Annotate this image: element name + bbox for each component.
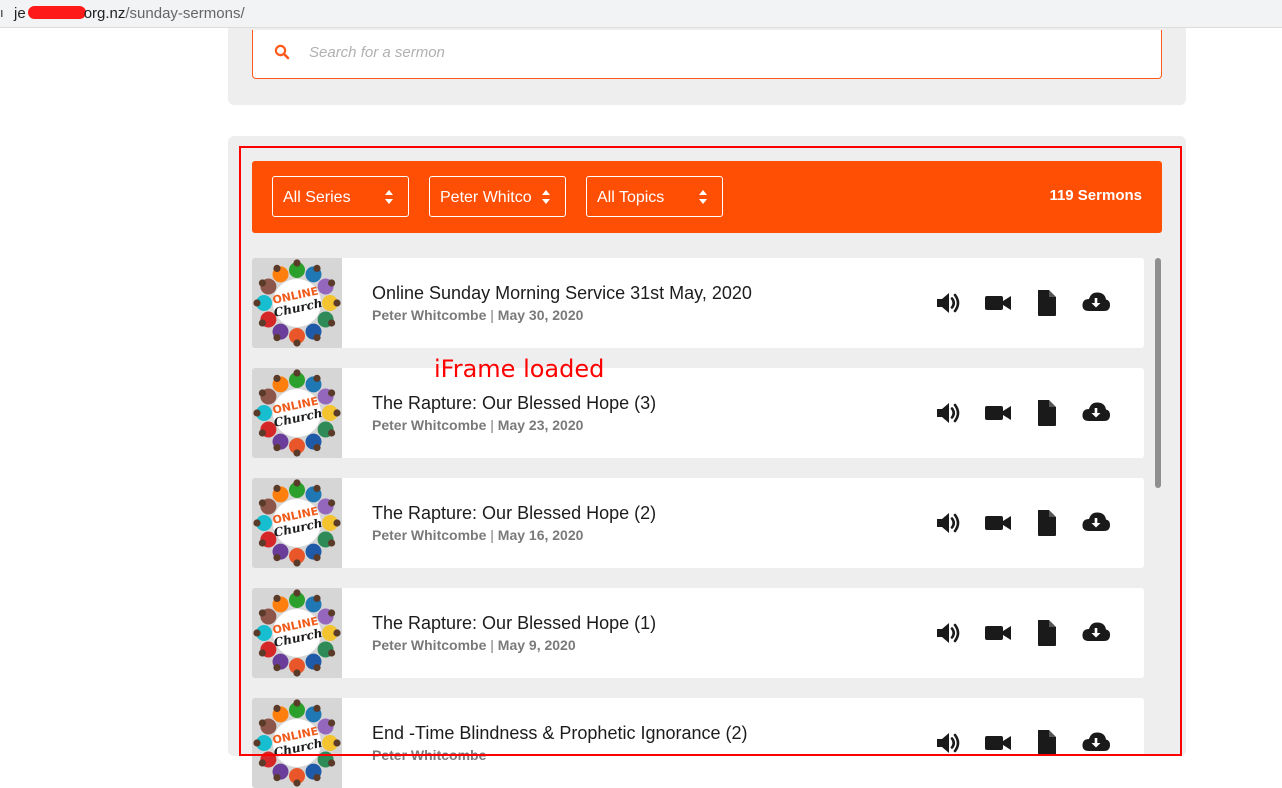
speaker-select-label: Peter Whitcombe: [440, 189, 532, 206]
download-icon[interactable]: [1081, 288, 1111, 318]
video-icon[interactable]: [983, 618, 1013, 648]
document-icon[interactable]: [1032, 508, 1062, 538]
filter-bar: All Series Peter Whitcombe All Topics 11…: [252, 161, 1162, 233]
download-icon[interactable]: [1081, 398, 1111, 428]
meta-separator: |: [486, 307, 498, 323]
document-icon[interactable]: [1032, 728, 1062, 758]
series-select[interactable]: All Series: [272, 176, 409, 217]
meta-separator: |: [486, 417, 498, 433]
video-icon[interactable]: [983, 728, 1013, 758]
sermon-thumbnail[interactable]: ONLINE Church: [252, 588, 342, 678]
sermon-meta: Peter Whitcombe | May 30, 2020: [372, 307, 583, 323]
sermon-speaker[interactable]: Peter Whitcombe: [372, 637, 486, 653]
url-domain: org.nz: [83, 5, 126, 22]
sermon-count: 119 Sermons: [1049, 187, 1142, 204]
sermon-actions: [934, 398, 1114, 428]
audio-icon[interactable]: [934, 728, 964, 758]
document-icon[interactable]: [1032, 398, 1062, 428]
video-icon[interactable]: [983, 288, 1013, 318]
document-icon[interactable]: [1032, 288, 1062, 318]
sermon-row[interactable]: ONLINE Church Online Sunday Morning Servic…: [252, 258, 1144, 348]
sermon-actions: [934, 618, 1114, 648]
document-icon[interactable]: [1032, 618, 1062, 648]
audio-icon[interactable]: [934, 288, 964, 318]
search-icon: [274, 44, 290, 60]
sermon-title[interactable]: The Rapture: Our Blessed Hope (2): [372, 503, 656, 524]
lock-icon: ı: [0, 5, 4, 20]
sermon-row[interactable]: ONLINE Church The Rapture: Our Blessed Hop…: [252, 368, 1144, 458]
sermon-row[interactable]: ONLINE Church The Rapture: Our Blessed Hop…: [252, 588, 1144, 678]
sermon-actions: [934, 508, 1114, 538]
select-arrows-icon: [542, 190, 550, 204]
sermon-meta: Peter Whitcombe: [372, 747, 486, 763]
url-path: /sunday-sermons/: [125, 5, 245, 22]
search-panel: Search for a sermon: [228, 28, 1186, 105]
sermon-meta: Peter Whitcombe | May 23, 2020: [372, 417, 583, 433]
url-text[interactable]: je org.nz/sunday-sermons/: [14, 5, 245, 22]
sermon-thumbnail[interactable]: ONLINE Church: [252, 698, 342, 788]
search-placeholder: Search for a sermon: [309, 44, 445, 61]
sermon-speaker[interactable]: Peter Whitcombe: [372, 307, 486, 323]
meta-separator: |: [486, 527, 498, 543]
sermon-speaker[interactable]: Peter Whitcombe: [372, 527, 486, 543]
video-icon[interactable]: [983, 508, 1013, 538]
topics-select-label: All Topics: [597, 189, 665, 206]
sermon-title[interactable]: Online Sunday Morning Service 31st May, …: [372, 283, 752, 304]
sermon-thumbnail[interactable]: ONLINE Church: [252, 478, 342, 568]
sermon-actions: [934, 728, 1114, 758]
sermon-speaker[interactable]: Peter Whitcombe: [372, 417, 486, 433]
sermon-title[interactable]: The Rapture: Our Blessed Hope (3): [372, 393, 656, 414]
sermon-meta: Peter Whitcombe | May 9, 2020: [372, 637, 576, 653]
sermon-date: May 30, 2020: [497, 307, 584, 323]
search-input[interactable]: Search for a sermon: [252, 30, 1162, 79]
speaker-select[interactable]: Peter Whitcombe: [429, 176, 566, 217]
video-icon[interactable]: [983, 398, 1013, 428]
sermon-date: May 23, 2020: [497, 417, 584, 433]
scrollbar-thumb[interactable]: [1155, 258, 1161, 488]
meta-separator: |: [486, 637, 498, 653]
sermon-thumbnail[interactable]: ONLINE Church: [252, 368, 342, 458]
audio-icon[interactable]: [934, 508, 964, 538]
browser-address-bar[interactable]: ı je org.nz/sunday-sermons/: [0, 0, 1282, 28]
iframe-loaded-note: iFrame loaded: [434, 355, 605, 383]
audio-icon[interactable]: [934, 398, 964, 428]
sermon-date: May 9, 2020: [497, 637, 576, 653]
download-icon[interactable]: [1081, 618, 1111, 648]
sermon-actions: [934, 288, 1114, 318]
download-icon[interactable]: [1081, 728, 1111, 758]
sermon-row[interactable]: ONLINE Church The Rapture: Our Blessed Hop…: [252, 478, 1144, 568]
sermon-title[interactable]: The Rapture: Our Blessed Hope (1): [372, 613, 656, 634]
sermon-meta: Peter Whitcombe | May 16, 2020: [372, 527, 583, 543]
download-icon[interactable]: [1081, 508, 1111, 538]
select-arrows-icon: [385, 190, 393, 204]
audio-icon[interactable]: [934, 618, 964, 648]
sermon-title[interactable]: End -Time Blindness & Prophetic Ignoranc…: [372, 723, 748, 744]
topics-select[interactable]: All Topics: [586, 176, 723, 217]
url-prefix: je: [14, 5, 26, 22]
sermon-thumbnail[interactable]: ONLINE Church: [252, 258, 342, 348]
sermon-date: May 16, 2020: [497, 527, 584, 543]
sermon-row[interactable]: ONLINE Church End -Time Blindness & Prophe…: [252, 698, 1144, 788]
select-arrows-icon: [699, 190, 707, 204]
redaction-mark: [27, 6, 86, 19]
series-select-label: All Series: [283, 189, 351, 206]
sermon-speaker[interactable]: Peter Whitcombe: [372, 747, 486, 763]
